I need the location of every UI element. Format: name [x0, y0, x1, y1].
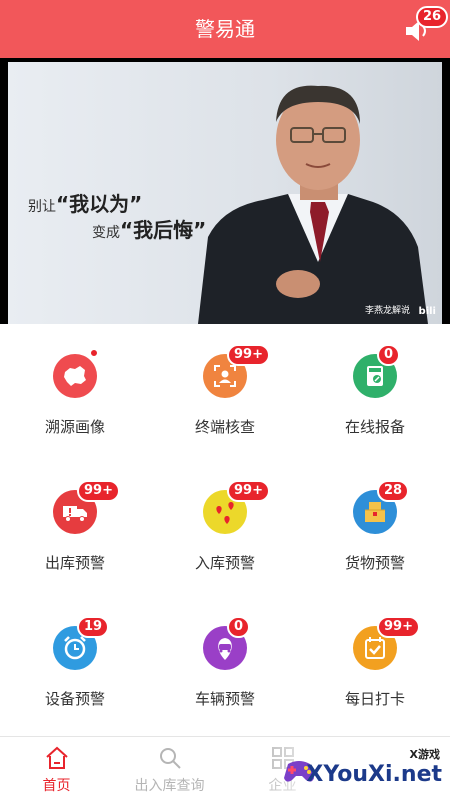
grid-item-label: 溯源画像 — [44, 418, 105, 436]
nav-label: 首页 — [42, 778, 71, 794]
china-map-icon — [53, 354, 97, 398]
grid-item-online-report[interactable]: 0 在线报备 — [300, 324, 450, 460]
grid-item-label: 货物预警 — [344, 554, 405, 572]
grid-item-daily-checkin[interactable]: 99+ 每日打卡 — [300, 596, 450, 732]
grid-item-goods-warning[interactable]: 28 货物预警 — [300, 460, 450, 596]
grid-item-label: 车辆预警 — [194, 690, 255, 708]
grid-item-terminal-check[interactable]: 99+ 终端核查 — [150, 324, 300, 460]
watermark-main-text: XYouXi.net — [306, 762, 442, 787]
watermark-top-text: X游戏 — [409, 748, 440, 761]
grid-item-label: 在线报备 — [344, 418, 405, 436]
banner-frame: 别让“我以为” 变成“我后悔” 李燕龙解说 bili — [8, 62, 442, 324]
count-badge: 99+ — [377, 616, 420, 638]
new-dot — [89, 348, 99, 358]
grid-item-inbound-warning[interactable]: 99+ 入库预警 — [150, 460, 300, 596]
grid-item-label: 终端核查 — [194, 418, 255, 436]
notification-badge: 26 — [416, 6, 449, 28]
grid-item-label: 每日打卡 — [344, 690, 405, 708]
nav-item-inout-query[interactable]: 出入库查询 — [113, 737, 226, 800]
grid-item-device-warning[interactable]: 19 设备预警 — [0, 596, 150, 732]
count-badge: 19 — [77, 616, 110, 638]
bilibili-logo: bili — [418, 306, 436, 317]
grid-item-label: 入库预警 — [194, 554, 255, 572]
grid-item-trace-portrait[interactable]: 溯源画像 — [0, 324, 150, 460]
grid-item-label: 出库预警 — [44, 554, 105, 572]
nav-label: 出入库查询 — [134, 778, 205, 794]
home-icon — [46, 746, 68, 769]
banner-text-line2: 变成“我后悔” — [92, 218, 207, 242]
count-badge: 0 — [377, 344, 401, 366]
app-header: 警易通 26 — [0, 0, 450, 58]
function-grid: 溯源画像 99+ 终端核查 0 在线报备 99+ 出库预警 99+ 入库预警 2… — [0, 324, 450, 734]
app-title: 警易通 — [195, 17, 255, 41]
site-watermark: X游戏 XYouXi.net — [270, 740, 450, 800]
banner-caption: 李燕龙解说 — [364, 306, 410, 316]
count-badge: 99+ — [227, 344, 270, 366]
grid-item-label: 设备预警 — [44, 690, 105, 708]
nav-item-home[interactable]: 首页 — [0, 737, 113, 800]
search-icon — [160, 748, 181, 769]
grid-item-outbound-warning[interactable]: 99+ 出库预警 — [0, 460, 150, 596]
count-badge: 28 — [377, 480, 410, 502]
banner-video[interactable]: 别让“我以为” 变成“我后悔” 李燕龙解说 bili — [0, 58, 450, 324]
count-badge: 99+ — [77, 480, 120, 502]
banner-text-line1: 别让“我以为” — [28, 192, 143, 216]
grid-item-vehicle-warning[interactable]: 0 车辆预警 — [150, 596, 300, 732]
count-badge: 0 — [227, 616, 251, 638]
count-badge: 99+ — [227, 480, 270, 502]
